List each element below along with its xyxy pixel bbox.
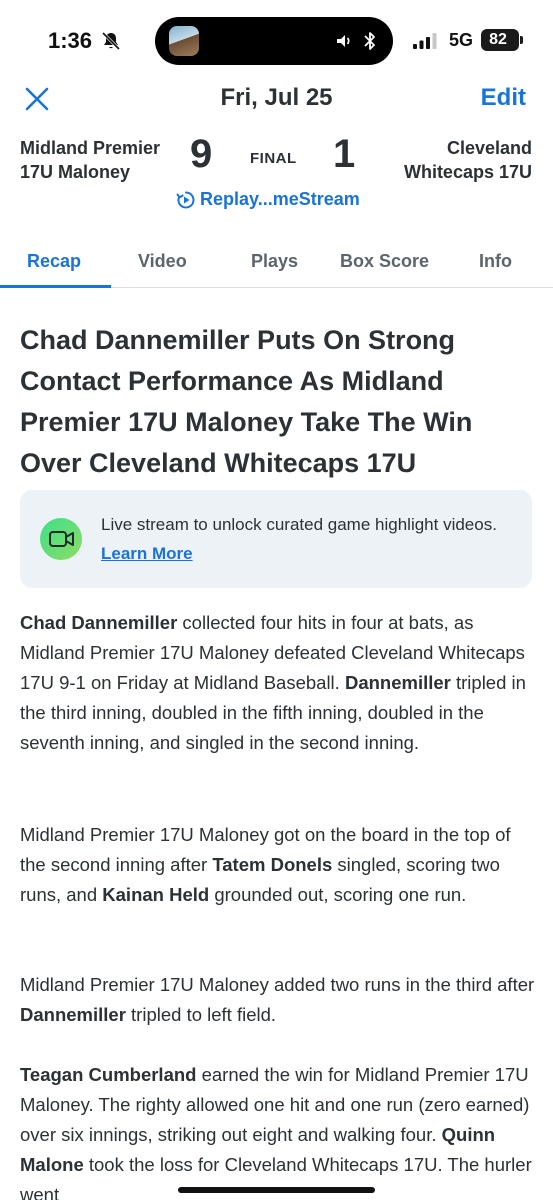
tab-recap[interactable]: Recap <box>27 251 81 272</box>
bluetooth-icon <box>364 32 375 50</box>
away-team-name[interactable]: Cleveland Whitecaps 17U <box>404 136 532 184</box>
home-team-name[interactable]: Midland Premier 17U Maloney <box>20 136 160 184</box>
now-playing-artwork-icon <box>169 26 199 56</box>
player-name: Tatem Donels <box>212 854 333 875</box>
status-bar: 1:36 5G 82 <box>0 0 553 82</box>
learn-more-link[interactable]: Learn More <box>101 544 193 563</box>
article-paragraph-4: Teagan Cumberland earned the win for Mid… <box>20 1060 540 1200</box>
away-team-line1: Cleveland <box>446 138 532 158</box>
paragraph-text: Midland Premier 17U Maloney added two ru… <box>20 974 535 995</box>
battery-level: 82 <box>489 31 507 48</box>
away-score: 1 <box>333 132 356 176</box>
home-team-line2: 17U Maloney <box>20 162 131 182</box>
home-score: 9 <box>190 132 213 176</box>
player-name: Kainan Held <box>102 884 210 905</box>
tab-info[interactable]: Info <box>479 251 512 272</box>
replay-icon <box>176 191 195 208</box>
status-time: 1:36 <box>48 28 93 53</box>
away-team-line2: Whitecaps 17U <box>403 162 532 182</box>
tab-box-score[interactable]: Box Score <box>340 251 429 272</box>
home-indicator[interactable] <box>178 1187 375 1193</box>
paragraph-text: tripled to left field. <box>125 1004 277 1025</box>
game-status: FINAL <box>250 150 297 167</box>
article-paragraph-2: Midland Premier 17U Maloney got on the b… <box>20 820 540 910</box>
article-headline: Chad Dannemiller Puts On Strong Contact … <box>20 325 473 478</box>
promo-text: Live stream to unlock curated game highl… <box>101 515 497 534</box>
article-paragraph-1: Chad Dannemiller collected four hits in … <box>20 608 540 758</box>
video-camera-icon <box>40 518 82 560</box>
cellular-signal-icon <box>413 33 437 49</box>
bell-off-icon <box>101 31 121 51</box>
game-date-title: Fri, Jul 25 <box>220 84 333 111</box>
tab-video[interactable]: Video <box>138 251 187 272</box>
livestream-promo-card: Live stream to unlock curated game highl… <box>20 490 532 588</box>
network-type: 5G <box>449 30 474 50</box>
home-team-line1: Midland Premier <box>20 138 161 158</box>
paragraph-text: grounded out, scoring one run. <box>209 884 467 905</box>
active-tab-indicator <box>0 285 111 288</box>
battery-tip <box>520 36 523 44</box>
paragraph-text: took the loss for Cleveland Whitecaps 17… <box>20 1154 532 1200</box>
camera-glyph <box>49 531 74 547</box>
audio-output-icon <box>337 35 350 47</box>
replay-label: Replay...meStream <box>200 189 360 209</box>
replay-link[interactable]: Replay...meStream <box>176 189 360 210</box>
battery-icon: 82 <box>481 29 519 51</box>
player-name: Chad Dannemiller <box>20 612 178 633</box>
promo-message: Live stream to unlock curated game highl… <box>101 510 519 568</box>
player-name: Dannemiller <box>20 1004 126 1025</box>
article-paragraph-3: Midland Premier 17U Maloney added two ru… <box>20 970 540 1030</box>
tab-bar: Recap Video Plays Box Score Info <box>0 240 553 288</box>
edit-button[interactable]: Edit <box>481 84 526 112</box>
player-name: Teagan Cumberland <box>20 1064 197 1085</box>
player-name: Dannemiller <box>344 672 451 693</box>
tab-plays[interactable]: Plays <box>251 251 298 272</box>
dynamic-island[interactable] <box>155 17 393 65</box>
